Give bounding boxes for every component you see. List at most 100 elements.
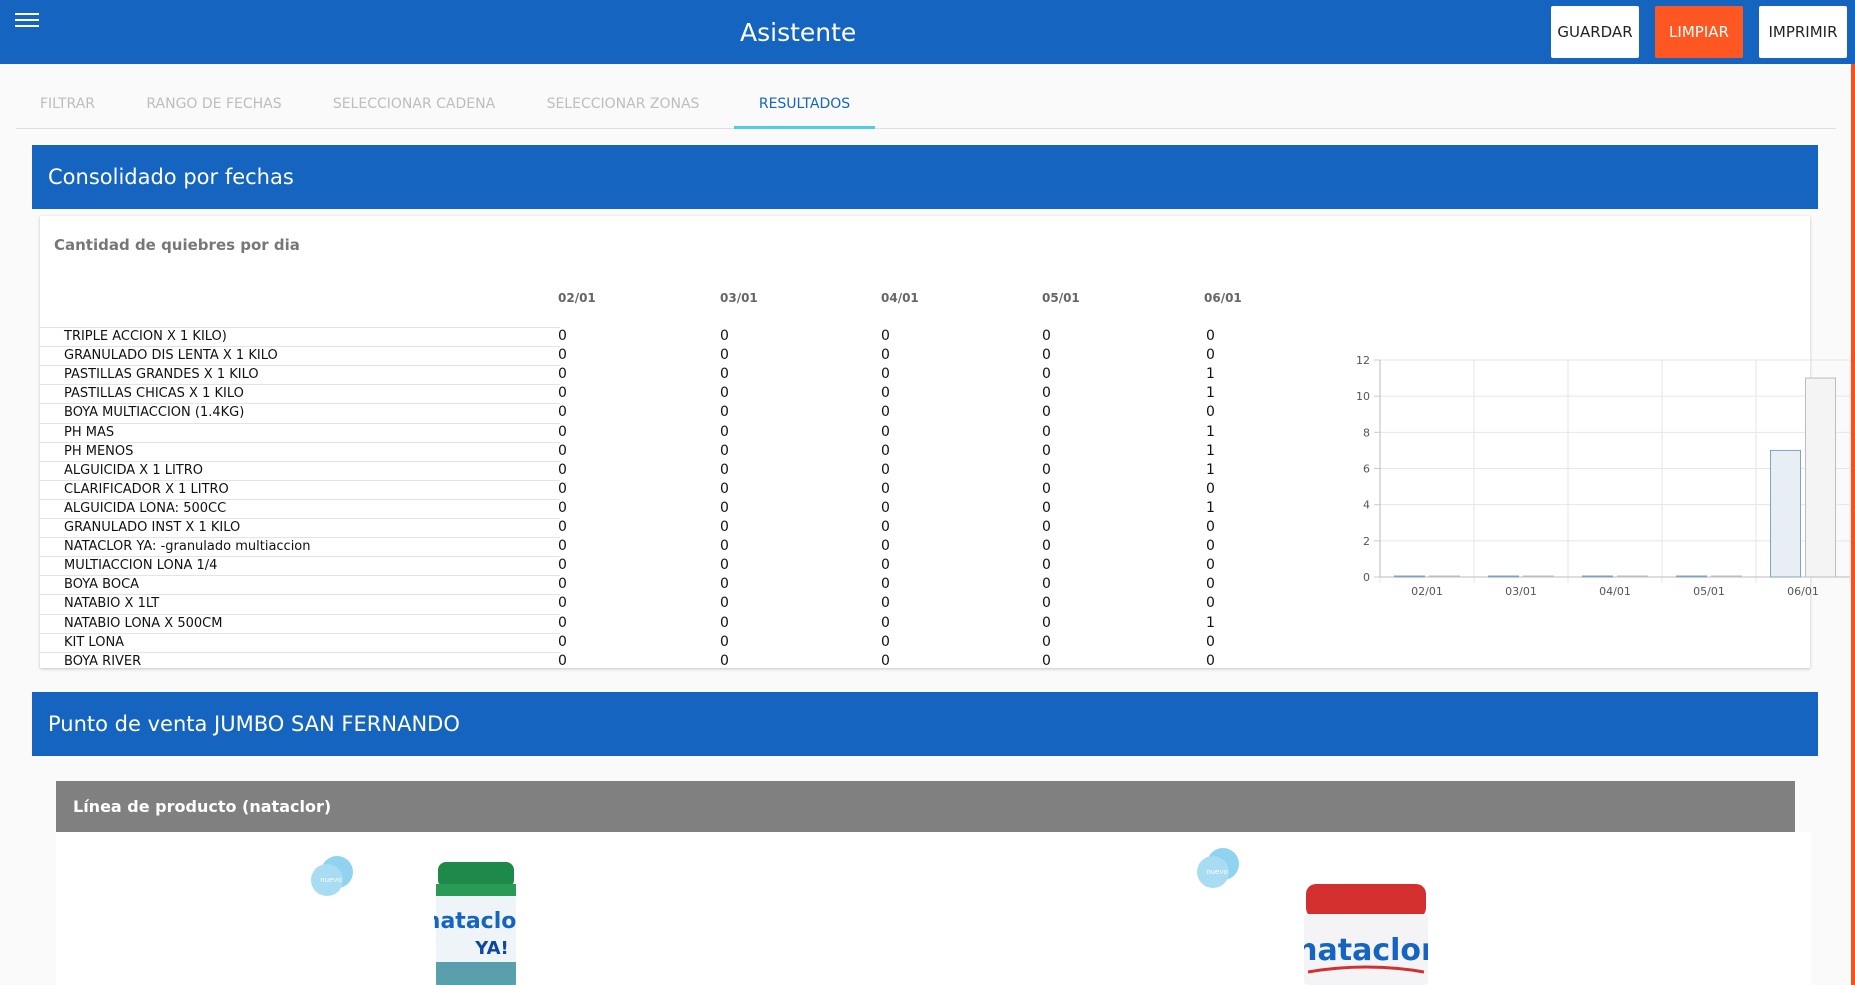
value-cell: 0	[558, 385, 567, 402]
value-cell: 0	[720, 538, 729, 555]
bar	[1394, 575, 1425, 578]
table-row: ALGUICIDA LONA: 500CC	[40, 498, 560, 518]
product-name-cell: BOYA BOCA	[64, 577, 140, 593]
table-row: TRIPLE ACCION X 1 KILO)	[40, 327, 560, 346]
y-tick-label: 10	[1356, 390, 1370, 403]
value-cell: 0	[558, 614, 567, 631]
active-tab-indicator	[734, 126, 875, 129]
consolidated-section-header: Consolidado por fechas	[32, 145, 1818, 209]
table-row: GRANULADO INST X 1 KILO	[40, 518, 560, 537]
value-cell: 0	[881, 328, 890, 344]
y-tick-label: 6	[1363, 463, 1370, 476]
value-cell: 0	[720, 442, 729, 459]
value-cell: 0	[1206, 328, 1215, 344]
product-name-cell: PH MENOS	[64, 443, 134, 459]
value-cell: 0	[558, 538, 567, 555]
value-cell: 0	[1042, 366, 1051, 383]
value-cell: 0	[881, 461, 890, 478]
y-tick-label: 0	[1363, 571, 1370, 584]
table-row: BOYA MULTIACCION (1.4KG)	[40, 403, 560, 422]
value-cell: 0	[1042, 347, 1051, 364]
tab-resultados[interactable]: RESULTADOS	[734, 80, 875, 128]
product-name-cell: KIT LONA	[64, 634, 125, 650]
tab-seleccionar-cadena[interactable]: SELECCIONAR CADENA	[309, 80, 519, 128]
value-cell: 0	[1206, 538, 1215, 555]
bar	[1617, 575, 1648, 578]
value-cell: 0	[1206, 595, 1215, 612]
value-cell: 1	[1206, 366, 1215, 383]
product-name-cell: NATABIO X 1LT	[64, 596, 160, 612]
tab-rango-de-fechas[interactable]: RANGO DE FECHAS	[119, 80, 309, 128]
value-cell: 0	[881, 557, 890, 574]
bar	[1582, 575, 1613, 578]
value-cell: 0	[881, 404, 890, 421]
value-cell: 0	[558, 519, 567, 535]
product-panel: nuevo nataclor YA! nuevo nataclor	[56, 832, 1811, 985]
app-title: Asistente	[740, 18, 857, 47]
tab-seleccionar-zonas[interactable]: SELECCIONAR ZONAS	[519, 80, 727, 128]
value-cell: 0	[1206, 652, 1215, 669]
value-cell: 0	[1042, 557, 1051, 574]
value-cell: 0	[881, 538, 890, 555]
value-cell: 0	[1042, 404, 1051, 421]
bar	[1429, 575, 1460, 578]
value-cell: 0	[558, 366, 567, 383]
table-row: NATACLOR YA: -granulado multiaccion	[40, 537, 560, 556]
value-cell: 0	[1042, 595, 1051, 612]
table-row: KIT LONA	[40, 632, 560, 652]
value-cell: 0	[720, 576, 729, 593]
value-cell: 0	[881, 614, 890, 631]
product-line-bar: Línea de producto (nataclor)	[56, 781, 1795, 832]
value-cell: 0	[1042, 385, 1051, 402]
product-name-cell: ALGUICIDA LONA: 500CC	[64, 500, 227, 516]
tab-filtrar[interactable]: FILTRAR	[16, 80, 119, 128]
value-cell: 0	[720, 633, 729, 650]
value-cell: 0	[881, 385, 890, 402]
y-tick-label: 12	[1356, 354, 1370, 367]
value-cell: 0	[1206, 633, 1215, 650]
value-cell: 0	[720, 404, 729, 421]
value-cell: 0	[720, 480, 729, 497]
value-cell: 0	[558, 423, 567, 440]
value-cell: 1	[1206, 614, 1215, 631]
value-cell: 0	[1042, 423, 1051, 440]
product-name-cell: NATABIO LONA X 500CM	[64, 615, 223, 631]
table-row: PASTILLAS GRANDES X 1 KILO	[40, 365, 560, 384]
svg-text:nuevo: nuevo	[320, 876, 342, 884]
value-cell: 0	[720, 595, 729, 612]
value-cell: 0	[1042, 328, 1051, 344]
table-row: BOYA RIVER	[40, 651, 560, 671]
consolidated-card: Cantidad de quiebres por dia 02/01 03/01 0…	[40, 216, 1851, 671]
value-cell: 0	[558, 576, 567, 593]
value-cell: 0	[881, 633, 890, 650]
value-cell: 0	[1206, 576, 1215, 593]
value-cell: 0	[881, 652, 890, 669]
value-cell: 0	[1042, 442, 1051, 459]
svg-text:nataclor: nataclor	[1304, 933, 1428, 968]
value-cell: 0	[1042, 519, 1051, 535]
value-cell: 0	[1042, 576, 1051, 593]
y-tick-label: 8	[1363, 426, 1370, 439]
table-row: NATABIO LONA X 500CM	[40, 613, 560, 633]
value-cell: 0	[1042, 614, 1051, 631]
bar	[1523, 575, 1554, 578]
value-cell: 0	[558, 404, 567, 421]
product-name-cell: GRANULADO INST X 1 KILO	[64, 520, 241, 535]
value-cell: 0	[720, 423, 729, 440]
print-button[interactable]: IMPRIMIR	[1759, 6, 1847, 58]
nataclor-red-jar-image: nataclor	[1304, 884, 1428, 985]
value-cell: 1	[1206, 385, 1215, 402]
hamburger-menu-icon[interactable]	[15, 13, 39, 29]
date-column-header: 02/01	[558, 291, 596, 305]
save-button[interactable]: GUARDAR	[1551, 6, 1639, 58]
product-name-cell: PH MAS	[64, 424, 115, 440]
svg-text:YA!: YA!	[474, 938, 508, 959]
pos-section-header: Punto de venta JUMBO SAN FERNANDO	[32, 692, 1818, 756]
value-cell: 0	[881, 442, 890, 459]
value-cell: 0	[558, 633, 567, 650]
date-column-header: 05/01	[1042, 291, 1080, 305]
y-tick-label: 2	[1363, 535, 1370, 548]
clear-button[interactable]: LIMPIAR	[1655, 6, 1743, 58]
value-cell: 0	[720, 461, 729, 478]
bar	[1488, 575, 1519, 578]
